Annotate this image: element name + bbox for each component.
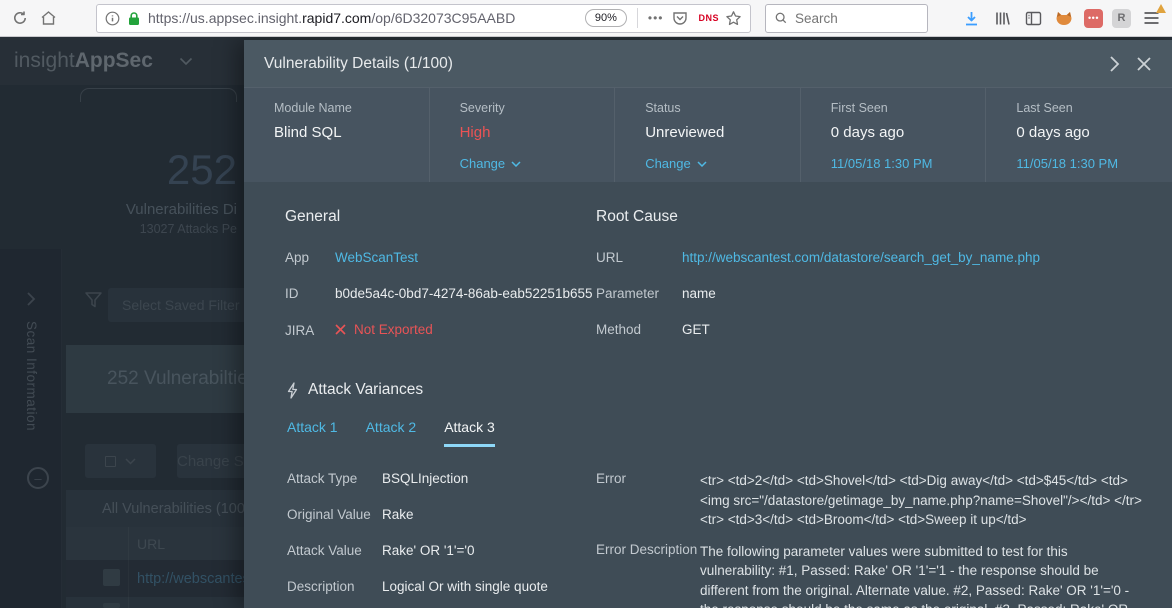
url-text: https://us.appsec.insight.rapid7.com/op/… (148, 10, 580, 26)
method-value: GET (682, 322, 710, 337)
menu-warning-badge (1156, 4, 1166, 13)
site-info-icon[interactable] (105, 11, 120, 26)
app-link[interactable]: WebScanTest (335, 250, 418, 265)
first-seen-timestamp: 11/05/18 1:30 PM (830, 156, 933, 171)
search-bar[interactable] (765, 3, 928, 33)
library-button[interactable] (991, 7, 1013, 29)
attack-description: Logical Or with single quote (382, 579, 548, 594)
vulnerability-id: b0de5a4c-0bd7-4274-86ab-eab52251b655 (335, 286, 593, 301)
fox-extension-button[interactable] (1053, 7, 1075, 29)
zoom-level-badge[interactable]: 90% (584, 9, 627, 27)
home-button[interactable] (34, 4, 62, 32)
field-module-name: Module Name Blind SQL (244, 88, 430, 182)
pocket-icon[interactable] (672, 10, 688, 26)
red-extension-button[interactable]: ••• (1084, 8, 1103, 28)
attack-variances-heading: Attack Variances (308, 381, 424, 398)
root-cause-heading: Root Cause (596, 208, 678, 225)
error-value: <tr> <td>2</td> <td>Shovel</td> <td>Dig … (700, 473, 1142, 527)
chevron-down-icon (511, 160, 521, 167)
modal-body: General App WebScanTest ID b0de5a4c-0bd7… (244, 182, 1172, 608)
next-vulnerability-button[interactable] (1109, 55, 1120, 73)
gray-extension-button[interactable]: R (1112, 8, 1131, 28)
tab-attack-1[interactable]: Attack 1 (287, 419, 338, 447)
attack-variances-section: Attack Variances Attack 1 Attack 2 Attac… (244, 361, 1172, 608)
vulnerability-details-modal: Vulnerability Details (1/100) Module Nam… (244, 40, 1172, 608)
downloads-button[interactable] (960, 7, 982, 29)
summary-fields-row: Module Name Blind SQL Severity High Chan… (244, 87, 1172, 182)
attack-detail-right: Error <tr> <td>2</td> <td>Shovel</td> <t… (596, 471, 1152, 608)
parameter-value: name (682, 286, 716, 301)
search-input[interactable] (795, 10, 918, 26)
home-icon (41, 11, 55, 25)
field-first-seen: First Seen 0 days ago 11/05/18 1:30 PM (801, 88, 987, 182)
tab-attack-2[interactable]: Attack 2 (366, 419, 417, 447)
dns-extension-badge[interactable]: DNS (692, 13, 725, 23)
attack-detail-left: Attack Type BSQLInjection Original Value… (287, 471, 548, 594)
close-icon[interactable] (1136, 56, 1152, 72)
lightning-bolt-icon (287, 381, 298, 399)
original-value: Rake (382, 507, 414, 522)
change-severity-link[interactable]: Change (460, 156, 605, 171)
attack-tabs: Attack 1 Attack 2 Attack 3 (287, 419, 1152, 447)
field-severity: Severity High Change (430, 88, 616, 182)
attack-value: Rake' OR '1'='0 (382, 543, 475, 558)
reload-button[interactable] (6, 4, 34, 32)
sidebar-toggle-button[interactable] (1022, 7, 1044, 29)
general-heading: General (285, 208, 341, 225)
severity-value: High (459, 124, 491, 141)
modal-header: Vulnerability Details (1/100) (244, 40, 1172, 87)
field-last-seen: Last Seen 0 days ago 11/05/18 1:30 PM (986, 88, 1172, 182)
jira-status: Not Exported (335, 322, 433, 337)
general-section: General App WebScanTest ID b0de5a4c-0bd7… (285, 208, 596, 359)
tab-attack-3[interactable]: Attack 3 (444, 419, 495, 447)
page-actions-icon[interactable]: ••• (643, 11, 669, 25)
lock-icon[interactable] (127, 11, 141, 26)
toolbar-icons: ••• R (960, 4, 1166, 29)
change-status-link[interactable]: Change (645, 156, 790, 171)
root-cause-section: Root Cause URL http://webscantest.com/da… (596, 208, 1152, 359)
divider (636, 8, 638, 28)
root-cause-url-link[interactable]: http://webscantest.com/datastore/search_… (682, 250, 1040, 265)
attack-type-value: BSQLInjection (382, 471, 469, 486)
address-bar[interactable]: https://us.appsec.insight.rapid7.com/op/… (96, 3, 751, 33)
reload-icon (14, 11, 26, 24)
browser-toolbar: https://us.appsec.insight.rapid7.com/op/… (0, 0, 1172, 37)
chevron-down-icon (697, 160, 707, 167)
field-status: Status Unreviewed Change (615, 88, 801, 182)
x-icon (335, 324, 346, 335)
app-area: insightAppSec 252 Vulnerabilities Di 130… (0, 37, 1172, 608)
bookmark-star-icon[interactable] (725, 10, 742, 27)
last-seen-timestamp: 11/05/18 1:30 PM (1016, 156, 1119, 171)
menu-button[interactable] (1140, 4, 1166, 29)
search-icon (775, 12, 787, 24)
modal-title: Vulnerability Details (1/100) (264, 54, 453, 72)
error-description-value: The following parameter values were subm… (700, 543, 1130, 608)
